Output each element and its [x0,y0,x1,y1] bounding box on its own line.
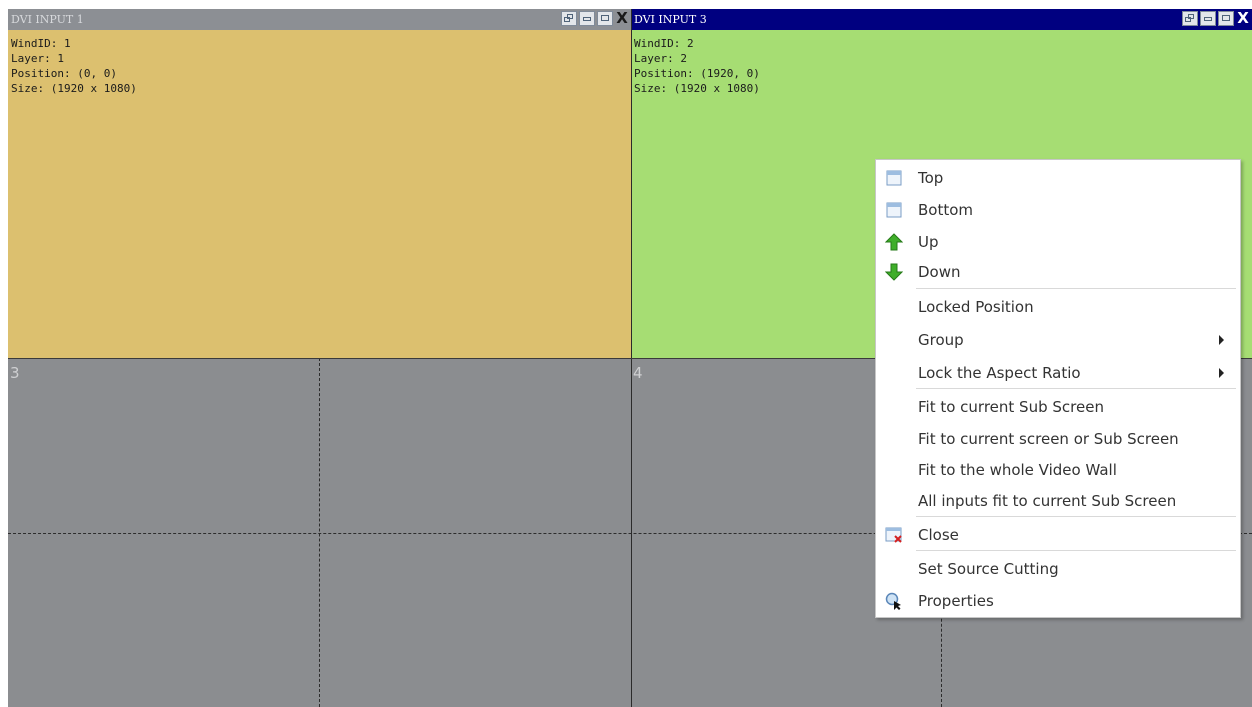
layer: Layer: 1 [11,52,64,65]
menu-separator [916,516,1236,517]
context-menu: Top Bottom Up Down Locked Position Group… [875,159,1241,618]
size: Size: (1920 x 1080) [11,82,137,95]
menu-item-label: Top [918,169,944,187]
menu-item-group[interactable]: Group [876,324,1240,356]
menu-item-label: Bottom [918,201,974,219]
window-body[interactable]: WindID: 1 Layer: 1 Position: (0, 0) Size… [8,30,631,358]
maximize-icon[interactable] [1218,11,1234,26]
menu-item-set-source-cutting[interactable]: Set Source Cutting [876,553,1240,585]
menu-item-up[interactable]: Up [876,226,1240,258]
submenu-arrow-icon [1219,335,1224,345]
restore-icon[interactable] [561,11,577,26]
window-top-icon [885,169,903,187]
menu-item-label: Properties [918,592,994,610]
window-title-bar[interactable]: DVI INPUT 1 X [8,9,631,30]
window-bottom-icon [885,201,903,219]
input-window-1[interactable]: DVI INPUT 1 X WindID: 1 Layer: 1 Positio… [8,9,631,358]
menu-separator [916,550,1236,551]
window-info: WindID: 2 Layer: 2 Position: (1920, 0) S… [634,36,760,96]
menu-item-all-inputs-fit[interactable]: All inputs fit to current Sub Screen [876,485,1240,517]
arrow-down-icon [884,263,904,281]
position: Position: (0, 0) [11,67,117,80]
menu-item-fit-sub-screen[interactable]: Fit to current Sub Screen [876,391,1240,423]
menu-item-bottom[interactable]: Bottom [876,194,1240,226]
menu-item-label: Up [918,233,939,251]
window-title: DVI INPUT 3 [634,13,707,26]
minimize-icon[interactable] [1200,11,1216,26]
screen-number: 3 [10,364,20,382]
menu-item-down[interactable]: Down [876,256,1240,288]
wind-id: WindID: 2 [634,37,694,50]
arrow-up-icon [884,233,904,251]
menu-item-label: Group [918,331,964,349]
size: Size: (1920 x 1080) [634,82,760,95]
menu-item-close[interactable]: Close [876,519,1240,551]
menu-item-label: Set Source Cutting [918,560,1059,578]
menu-item-label: All inputs fit to current Sub Screen [918,492,1177,510]
menu-item-label: Down [918,263,961,281]
wind-id: WindID: 1 [11,37,71,50]
menu-separator [916,388,1236,389]
menu-item-top[interactable]: Top [876,162,1240,194]
menu-item-label: Close [918,526,959,544]
menu-item-label: Fit to current Sub Screen [918,398,1104,416]
close-icon[interactable]: X [615,11,629,26]
minimize-icon[interactable] [579,11,595,26]
menu-separator [916,288,1236,289]
screen-number: 4 [633,364,643,382]
position: Position: (1920, 0) [634,67,760,80]
menu-item-properties[interactable]: Properties [876,585,1240,617]
layer: Layer: 2 [634,52,687,65]
menu-item-fit-screen-or-sub[interactable]: Fit to current screen or Sub Screen [876,423,1240,455]
maximize-icon[interactable] [597,11,613,26]
window-title: DVI INPUT 1 [11,13,84,26]
window-info: WindID: 1 Layer: 1 Position: (0, 0) Size… [11,36,137,96]
menu-item-label: Fit to the whole Video Wall [918,461,1117,479]
menu-item-fit-video-wall[interactable]: Fit to the whole Video Wall [876,454,1240,486]
window-title-bar[interactable]: DVI INPUT 3 X [631,9,1252,30]
menu-item-lock-aspect-ratio[interactable]: Lock the Aspect Ratio [876,357,1240,389]
close-window-icon [885,526,903,544]
close-icon[interactable]: X [1236,11,1250,26]
menu-item-label: Lock the Aspect Ratio [918,364,1081,382]
menu-item-label: Fit to current screen or Sub Screen [918,430,1179,448]
menu-item-label: Locked Position [918,298,1034,316]
restore-icon[interactable] [1182,11,1198,26]
properties-icon [885,592,903,610]
menu-item-locked-position[interactable]: Locked Position [876,291,1240,323]
submenu-arrow-icon [1219,368,1224,378]
